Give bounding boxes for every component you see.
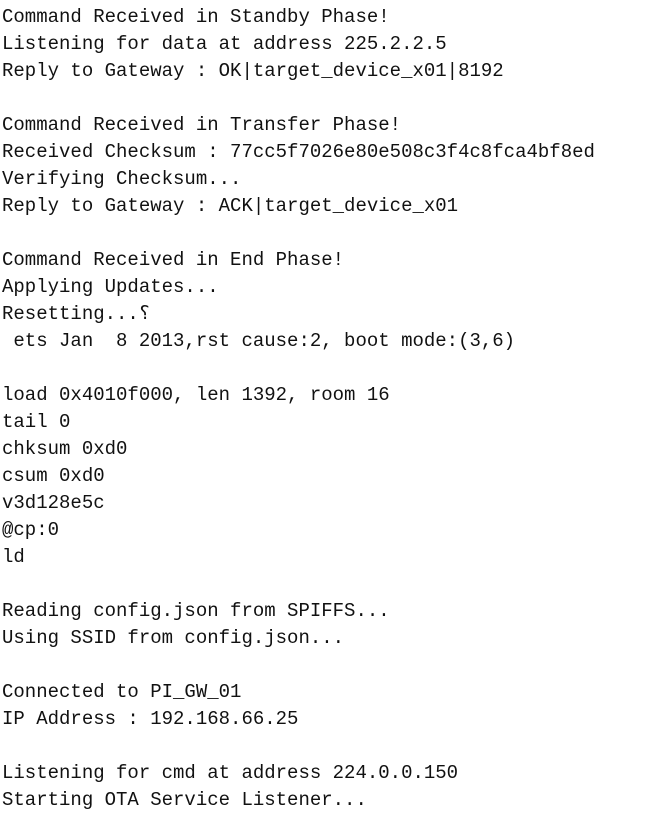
console-line: tail 0 <box>2 411 71 433</box>
console-line: Verifying Checksum... <box>2 168 242 190</box>
console-line: Using SSID from config.json... <box>2 627 345 649</box>
console-line: ets Jan 8 2013,rst cause:2, boot mode:(3… <box>2 330 516 352</box>
console-line: Received Checksum : 77cc5f7026e80e508c3f… <box>2 141 595 163</box>
console-line: Applying Updates... <box>2 276 219 298</box>
console-line: Command Received in End Phase! <box>2 249 345 271</box>
console-line: IP Address : 192.168.66.25 <box>2 708 299 730</box>
console-line: ld <box>2 546 25 568</box>
console-line: @cp:0 <box>2 519 60 541</box>
console-line: Reply to Gateway : ACK|target_device_x01 <box>2 195 459 217</box>
serial-console-output: Command Received in Standby Phase! Liste… <box>2 4 656 814</box>
console-line: Starting OTA Service Listener... <box>2 789 367 811</box>
console-line: Command Received in Standby Phase! <box>2 6 390 28</box>
console-line: Reading config.json from SPIFFS... <box>2 600 390 622</box>
console-line: Listening for cmd at address 224.0.0.150 <box>2 762 459 784</box>
console-line: Listening for data at address 225.2.2.5 <box>2 33 447 55</box>
console-line: Resetting...؟ <box>2 303 151 325</box>
console-line: v3d128e5c <box>2 492 105 514</box>
console-line: load 0x4010f000, len 1392, room 16 <box>2 384 390 406</box>
console-line: Reply to Gateway : OK|target_device_x01|… <box>2 60 504 82</box>
console-line: Command Received in Transfer Phase! <box>2 114 402 136</box>
console-line: Connected to PI_GW_01 <box>2 681 242 703</box>
console-line: chksum 0xd0 <box>2 438 128 460</box>
console-line: csum 0xd0 <box>2 465 105 487</box>
